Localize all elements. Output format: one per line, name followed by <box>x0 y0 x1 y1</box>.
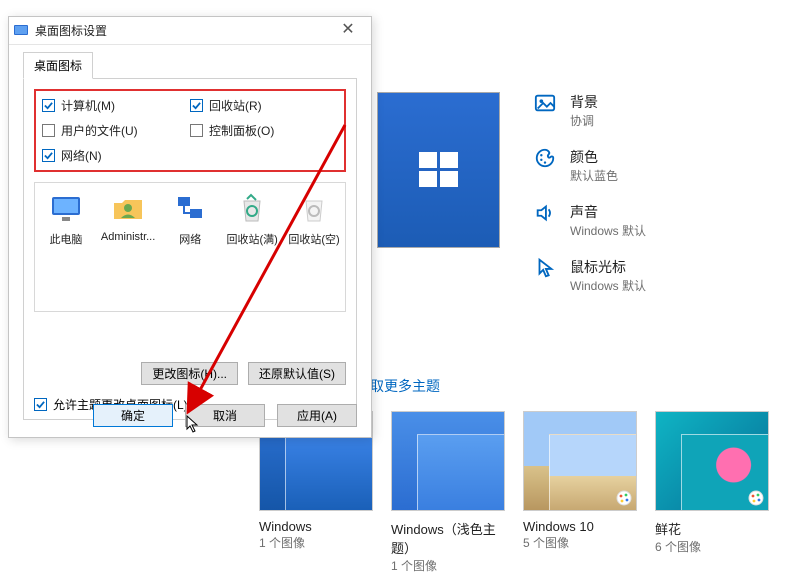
cancel-button[interactable]: 取消 <box>185 404 265 427</box>
speaker-icon <box>534 202 556 224</box>
get-more-themes-link[interactable]: 取更多主题 <box>370 376 440 396</box>
cursor-icon <box>534 257 556 279</box>
attribute-subtitle: Windows 默认 <box>570 277 646 294</box>
attribute-subtitle: Windows 默认 <box>570 222 646 239</box>
color-palette-icon <box>748 490 764 506</box>
attribute-subtitle: 默认蓝色 <box>570 167 618 184</box>
ok-button[interactable]: 确定 <box>93 404 173 427</box>
checkbox-label: 计算机(M) <box>61 97 115 114</box>
apply-button[interactable]: 应用(A) <box>277 404 357 427</box>
checkbox-computer[interactable]: 计算机(M) <box>42 97 190 114</box>
dialog-title: 桌面图标设置 <box>35 22 329 39</box>
icon-preview-grid: 此电脑 Administr... 网络 回收站(满) 回收站(空) <box>34 182 346 312</box>
network-icon <box>172 191 208 227</box>
tab-content: 计算机(M) 回收站(R) 用户的文件(U) 控制面板(O) <box>23 78 357 420</box>
icon-recycle-empty[interactable]: 回收站(空) <box>287 191 341 247</box>
recycle-empty-icon <box>296 191 332 227</box>
theme-subtitle: 1 个图像 <box>259 534 373 551</box>
theme-windows-10[interactable]: Windows 10 5 个图像 <box>523 411 637 574</box>
recycle-full-icon <box>234 191 270 227</box>
checkbox-label: 控制面板(O) <box>209 122 274 139</box>
attribute-color[interactable]: 颜色默认蓝色 <box>534 147 646 184</box>
check-icon <box>192 101 201 110</box>
dialog-icon <box>13 23 29 39</box>
theme-subtitle: 1 个图像 <box>391 557 505 574</box>
check-icon <box>36 400 45 409</box>
icon-recycle-full[interactable]: 回收站(满) <box>225 191 279 247</box>
attribute-cursor[interactable]: 鼠标光标Windows 默认 <box>534 257 646 294</box>
highlighted-checkbox-group: 计算机(M) 回收站(R) 用户的文件(U) 控制面板(O) <box>34 89 346 172</box>
theme-title: 鲜花 <box>655 519 769 538</box>
attribute-sound[interactable]: 声音Windows 默认 <box>534 202 646 239</box>
picture-icon <box>534 92 556 114</box>
restore-default-button[interactable]: 还原默认值(S) <box>248 362 346 385</box>
checkbox-recycle-bin[interactable]: 回收站(R) <box>190 97 338 114</box>
icon-label: 回收站(满) <box>225 231 279 247</box>
theme-attributes-list: 背景协调 颜色默认蓝色 声音Windows 默认 鼠标光标Windows 默认 <box>534 92 646 294</box>
desktop-icon-settings-dialog: 桌面图标设置 ✕ 桌面图标 计算机(M) 回收站(R) 用户的文件( <box>8 16 372 438</box>
user-folder-icon <box>110 191 146 227</box>
attribute-title: 鼠标光标 <box>570 257 646 277</box>
checkbox-control-panel[interactable]: 控制面板(O) <box>190 122 338 139</box>
desktop-background-preview <box>377 92 500 248</box>
icon-network[interactable]: 网络 <box>163 191 217 247</box>
attribute-title: 声音 <box>570 202 646 222</box>
dialog-titlebar: 桌面图标设置 ✕ <box>9 17 371 45</box>
icon-label: 回收站(空) <box>287 231 341 247</box>
change-icon-button[interactable]: 更改图标(H)... <box>141 362 238 385</box>
checkbox-label: 网络(N) <box>61 147 102 164</box>
attribute-background[interactable]: 背景协调 <box>534 92 646 129</box>
check-icon <box>44 101 53 110</box>
theme-subtitle: 5 个图像 <box>523 534 637 551</box>
checkbox-label: 用户的文件(U) <box>61 122 138 139</box>
checkbox-network[interactable]: 网络(N) <box>42 147 190 164</box>
attribute-subtitle: 协调 <box>570 112 598 129</box>
theme-fresh-flower[interactable]: 鲜花 6 个图像 <box>655 411 769 574</box>
icon-this-pc[interactable]: 此电脑 <box>39 191 93 247</box>
checkbox-user-files[interactable]: 用户的文件(U) <box>42 122 190 139</box>
theme-title: Windows（浅色主题） <box>391 519 505 557</box>
attribute-title: 背景 <box>570 92 598 112</box>
palette-icon <box>534 147 556 169</box>
icon-label: 此电脑 <box>39 231 93 247</box>
dialog-body: 桌面图标 计算机(M) 回收站(R) 用户的文件(U) <box>9 45 371 420</box>
attribute-title: 颜色 <box>570 147 618 167</box>
close-button[interactable]: ✕ <box>329 20 367 42</box>
icon-label: Administr... <box>101 231 155 243</box>
checkbox-label: 回收站(R) <box>209 97 262 114</box>
theme-title: Windows <box>259 519 373 534</box>
icon-label: 网络 <box>163 231 217 247</box>
theme-title: Windows 10 <box>523 519 637 534</box>
color-palette-icon <box>616 490 632 506</box>
theme-windows-light[interactable]: Windows（浅色主题） 1 个图像 <box>391 411 505 574</box>
icon-administrator[interactable]: Administr... <box>101 191 155 243</box>
monitor-icon <box>48 191 84 227</box>
windows-logo-icon <box>417 148 461 192</box>
tab-desktop-icons[interactable]: 桌面图标 <box>23 52 93 79</box>
check-icon <box>44 151 53 160</box>
theme-subtitle: 6 个图像 <box>655 538 769 555</box>
